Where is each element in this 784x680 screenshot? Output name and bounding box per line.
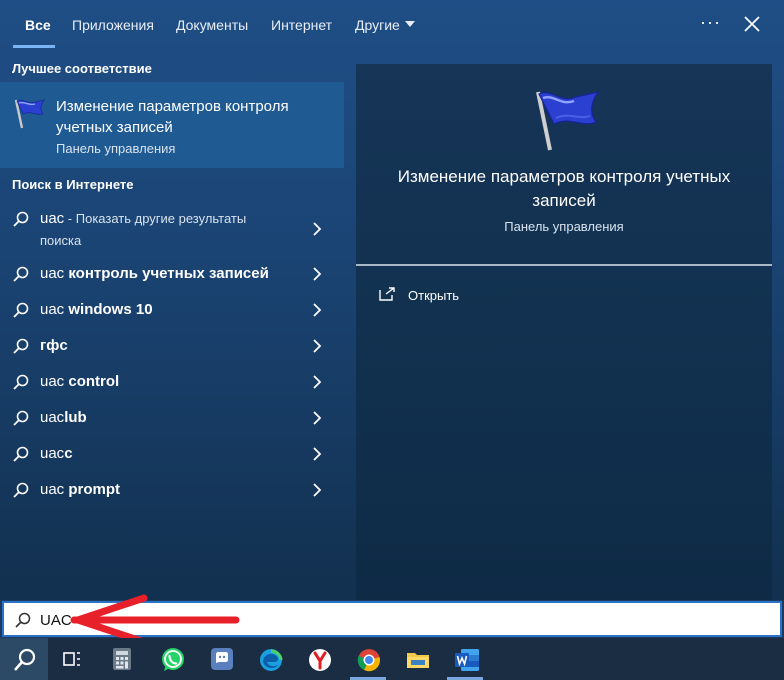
suggestion-bold: prompt: [68, 481, 121, 498]
best-match-title: Изменение параметров контроля учетных за…: [56, 98, 289, 136]
suggestion-prefix: uac: [40, 409, 65, 426]
search-icon: [13, 446, 29, 462]
best-match-subtitle: Панель управления: [56, 141, 176, 156]
suggestion-label: uac prompt: [40, 481, 120, 498]
taskbar-word[interactable]: [441, 638, 489, 680]
taskbar-messenger[interactable]: [198, 638, 246, 680]
search-icon: [13, 338, 29, 354]
suggestion-label: uaclub: [40, 409, 87, 426]
chevron-right-icon: [313, 303, 322, 317]
chevron-right-icon: [313, 339, 322, 353]
suggestion-label: uac контроль учетных записей: [40, 265, 269, 282]
tab-internet[interactable]: Интернет: [271, 17, 332, 37]
taskbar-chrome[interactable]: [344, 638, 392, 680]
more-options-button[interactable]: ···: [700, 12, 721, 33]
suggestion-bold: контроль учетных записей: [68, 265, 269, 282]
search-icon: [13, 410, 29, 426]
preview-divider: [356, 264, 772, 266]
close-button[interactable]: [740, 12, 764, 36]
web-result-more-suffix: - Показать другие результаты: [64, 211, 247, 226]
chevron-right-icon: [313, 222, 322, 236]
search-icon: [13, 374, 29, 390]
tab-documents[interactable]: Документы: [176, 17, 248, 37]
suggestion-bold: гфс: [40, 337, 68, 354]
suggestion-bold: lub: [64, 409, 87, 426]
suggestion-label: uacc: [40, 445, 73, 462]
chevron-right-icon: [313, 411, 322, 425]
suggestion-row[interactable]: uac windows 10: [0, 292, 344, 328]
yandex-browser-icon: [309, 649, 331, 671]
suggestion-label: uac control: [40, 373, 119, 390]
suggestion-row[interactable]: uacc: [0, 436, 344, 472]
chevron-right-icon: [313, 483, 322, 497]
taskbar-whatsapp[interactable]: [148, 638, 196, 680]
calculator-icon: [113, 648, 131, 670]
task-view-icon: [63, 652, 80, 666]
suggestion-bold: control: [68, 373, 120, 390]
edge-browser-icon: [260, 649, 283, 671]
chevron-down-icon: [404, 21, 415, 28]
suggestion-label: гфс: [40, 337, 68, 354]
suggestion-row[interactable]: uaclub: [0, 400, 344, 436]
suggestion-prefix: uac: [40, 265, 69, 282]
suggestion-row[interactable]: uac prompt: [0, 472, 344, 508]
filter-tabs: Все Приложения Документы Интернет Другие…: [0, 0, 784, 52]
search-icon: [13, 482, 29, 498]
chrome-icon: [357, 649, 380, 672]
suggestion-row[interactable]: uac control: [0, 364, 344, 400]
search-icon: [14, 648, 36, 671]
chat-app-icon: [211, 648, 233, 670]
search-icon: [15, 612, 31, 628]
suggestion-prefix: uac: [40, 481, 69, 498]
open-action-label: Открыть: [408, 288, 460, 303]
folder-icon: [407, 653, 429, 668]
taskbar-calculator[interactable]: [98, 638, 146, 680]
taskbar-edge[interactable]: [246, 638, 294, 680]
preview-title: Изменение параметров контроля учетных за…: [397, 167, 731, 210]
taskbar-yandex[interactable]: [295, 638, 343, 680]
suggestion-row[interactable]: гфс: [0, 328, 344, 364]
suggestion-prefix: uac: [40, 373, 69, 390]
search-icon: [13, 266, 29, 282]
open-action[interactable]: Открыть: [378, 284, 578, 308]
whatsapp-icon: [162, 648, 184, 671]
chevron-right-icon: [313, 375, 322, 389]
chevron-right-icon: [313, 447, 322, 461]
suggestion-prefix: uac: [40, 445, 65, 462]
suggestion-bold: windows 10: [68, 301, 153, 318]
tab-all[interactable]: Все: [25, 17, 51, 37]
uac-flag-icon: [14, 99, 45, 129]
word-icon: [455, 649, 479, 671]
taskbar-search-button[interactable]: [0, 638, 48, 680]
web-result-more-query: uac: [40, 210, 65, 227]
suggestion-bold: c: [64, 445, 73, 462]
preview-subtitle: Панель управления: [504, 219, 624, 234]
web-result-more-line2: поиска: [40, 233, 82, 248]
search-icon: [13, 211, 29, 227]
tab-apps[interactable]: Приложения: [72, 17, 154, 37]
suggestion-prefix: uac: [40, 301, 69, 318]
tab-other-label: Другие: [355, 17, 400, 33]
suggestion-row[interactable]: uac контроль учетных записей: [0, 256, 344, 292]
tab-all-underline: [13, 45, 55, 48]
taskbar-task-view[interactable]: [48, 638, 96, 680]
uac-flag-icon: [536, 91, 600, 151]
web-search-header: Поиск в Интернете: [12, 177, 134, 192]
close-icon: [744, 16, 760, 32]
chevron-right-icon: [313, 267, 322, 281]
web-result-more-label: uac - Показать другие результаты: [40, 210, 246, 227]
taskbar-file-explorer[interactable]: [393, 638, 441, 680]
best-match-header: Лучшее соответствие: [12, 61, 152, 76]
open-external-icon: [379, 287, 395, 301]
suggestion-label: uac windows 10: [40, 301, 153, 318]
tab-other[interactable]: Другие: [355, 17, 415, 37]
search-icon: [13, 302, 29, 318]
